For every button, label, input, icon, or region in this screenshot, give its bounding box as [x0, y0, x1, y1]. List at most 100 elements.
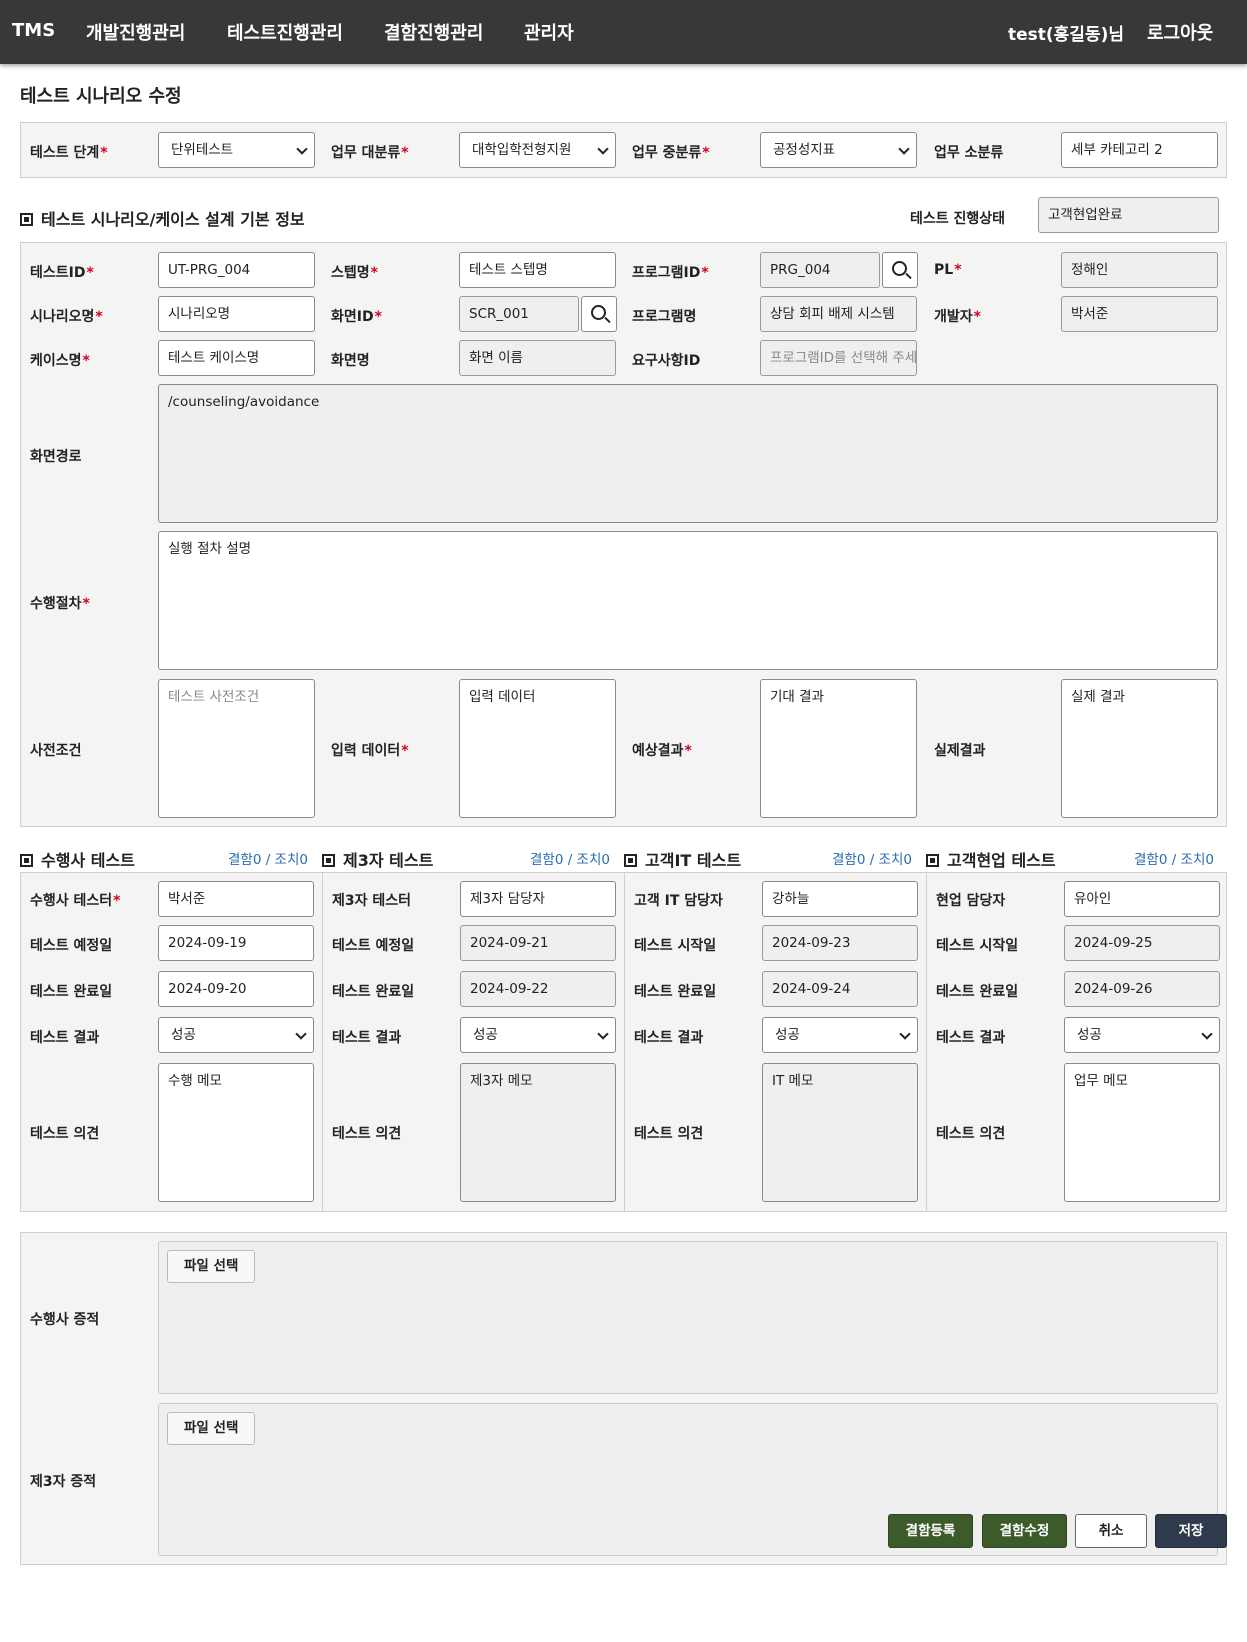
third-date1-label: 테스트 예정일 — [332, 938, 415, 954]
screen-path-label: 화면경로 — [30, 449, 82, 465]
biz-minor-label: 업무 소분류 — [934, 145, 1004, 161]
program-name-field: 상담 회피 배제 시스템 — [760, 296, 917, 332]
chevron-down-icon — [597, 143, 609, 155]
vendor-complete-date[interactable]: 2024-09-20 — [158, 971, 314, 1007]
expected-textarea[interactable]: 기대 결과 — [760, 679, 917, 818]
filter-panel: 테스트 단계* 단위테스트 업무 대분류* 대학입학전형지원 업무 중분류* 공… — [20, 122, 1227, 178]
vendor-defect-link[interactable]: 결함0 / 조치0 — [228, 848, 308, 868]
third-opinion-textarea[interactable]: 제3자 메모 — [460, 1063, 616, 1202]
biz-mid-select[interactable]: 공정성지표 — [760, 132, 917, 168]
cancel-button[interactable]: 취소 — [1075, 1514, 1147, 1548]
vendor-file-select-button[interactable]: 파일 선택 — [167, 1250, 256, 1283]
logout-link[interactable]: 로그아웃 — [1147, 19, 1213, 45]
biz-person-input[interactable]: 유아인 — [1064, 881, 1220, 917]
chevron-down-icon — [295, 1028, 307, 1040]
defect-register-button[interactable]: 결함등록 — [888, 1514, 973, 1548]
third-result-select[interactable]: 성공 — [460, 1017, 616, 1053]
third-complete-date: 2024-09-22 — [460, 971, 616, 1007]
nav-item-admin[interactable]: 관리자 — [524, 19, 574, 45]
third-tester-label: 제3자 테스터 — [332, 893, 412, 909]
biz-defect-link[interactable]: 결함0 / 조치0 — [1134, 848, 1214, 868]
section-square-icon — [20, 213, 33, 226]
screen-path-field: /counseling/avoidance — [158, 384, 1218, 523]
biz-person-label: 현업 담당자 — [936, 893, 1006, 909]
vendor-tester-input[interactable]: 박서준 — [158, 881, 314, 917]
scenario-label: 시나리오명* — [30, 309, 103, 325]
section-square-icon — [20, 854, 33, 867]
page-title: 테스트 시나리오 수정 — [20, 86, 182, 107]
section-square-icon — [926, 854, 939, 867]
biz-start-date: 2024-09-25 — [1064, 925, 1220, 961]
vendor-opinion-label: 테스트 의견 — [30, 1126, 100, 1142]
precondition-label: 사전조건 — [30, 743, 82, 759]
nav-item-test[interactable]: 테스트진행관리 — [227, 19, 343, 45]
chevron-down-icon — [898, 143, 910, 155]
req-id-label: 요구사항ID — [632, 353, 701, 369]
procedure-label: 수행절차* — [30, 596, 90, 612]
scenario-input[interactable]: 시나리오명 — [158, 296, 315, 332]
third-opinion-label: 테스트 의견 — [332, 1126, 402, 1142]
vendor-tester-label: 수행사 테스터* — [30, 893, 121, 909]
top-nav: TMS 개발진행관리 테스트진행관리 결함진행관리 관리자 test(홍길동)님… — [0, 0, 1247, 64]
it-result-label: 테스트 결과 — [634, 1030, 704, 1046]
test-stage-select[interactable]: 단위테스트 — [158, 132, 315, 168]
case-input[interactable]: 테스트 케이스명 — [158, 340, 315, 376]
input-data-textarea[interactable]: 입력 데이터 — [459, 679, 616, 818]
nav-item-dev[interactable]: 개발진행관리 — [86, 19, 185, 45]
nav-item-defect[interactable]: 결함진행관리 — [384, 19, 483, 45]
biz-opinion-textarea[interactable]: 업무 메모 — [1064, 1063, 1220, 1202]
user-name: test(홍길동)님 — [1008, 25, 1125, 45]
save-button[interactable]: 저장 — [1155, 1514, 1227, 1548]
procedure-textarea[interactable]: 실행 절차 설명 — [158, 531, 1218, 670]
it-person-input[interactable]: 강하늘 — [762, 881, 918, 917]
pl-field: 정해인 — [1061, 252, 1218, 288]
chevron-down-icon — [899, 1028, 911, 1040]
third-planned-date: 2024-09-21 — [460, 925, 616, 961]
biz-minor-input[interactable]: 세부 카테고리 2 — [1061, 132, 1218, 168]
precondition-textarea[interactable]: 테스트 사전조건 — [158, 679, 315, 818]
vendor-result-label: 테스트 결과 — [30, 1030, 100, 1046]
third-test-title: 제3자 테스트 — [322, 847, 433, 871]
it-result-select[interactable]: 성공 — [762, 1017, 918, 1053]
it-person-label: 고객 IT 담당자 — [634, 893, 723, 909]
program-search-button[interactable] — [882, 252, 918, 288]
third-date2-label: 테스트 완료일 — [332, 984, 415, 1000]
it-test-title: 고객IT 테스트 — [624, 847, 741, 871]
vendor-result-select[interactable]: 성공 — [158, 1017, 314, 1053]
test-id-input[interactable]: UT-PRG_004 — [158, 252, 315, 288]
biz-result-select[interactable]: 성공 — [1064, 1017, 1220, 1053]
biz-mid-label: 업무 중분류* — [632, 145, 710, 161]
status-field: 고객현업완료 — [1038, 197, 1219, 233]
basic-info-title: 테스트 시나리오/케이스 설계 기본 정보 — [20, 206, 305, 230]
program-id-field: PRG_004 — [760, 252, 880, 288]
third-result-label: 테스트 결과 — [332, 1030, 402, 1046]
vendor-test-title: 수행사 테스트 — [20, 847, 135, 871]
chevron-down-icon — [1201, 1028, 1213, 1040]
screen-search-button[interactable] — [581, 296, 617, 332]
it-opinion-textarea[interactable]: IT 메모 — [762, 1063, 918, 1202]
vendor-opinion-textarea[interactable]: 수행 메모 — [158, 1063, 314, 1202]
vendor-evidence-dropzone[interactable]: 파일 선택 — [158, 1241, 1218, 1394]
program-name-label: 프로그램명 — [632, 309, 697, 325]
status-label: 테스트 진행상태 — [910, 211, 1006, 227]
it-date1-label: 테스트 시작일 — [634, 938, 717, 954]
brand-logo[interactable]: TMS — [12, 20, 55, 41]
section-square-icon — [624, 854, 637, 867]
it-defect-link[interactable]: 결함0 / 조치0 — [832, 848, 912, 868]
pl-label: PL* — [934, 262, 962, 278]
basic-info-panel: 테스트ID* UT-PRG_004 스텝명* 테스트 스텝명 프로그램ID* P… — [20, 242, 1227, 827]
test-stage-label: 테스트 단계* — [30, 145, 108, 161]
screen-name-field: 화면 이름 — [459, 340, 616, 376]
third-defect-link[interactable]: 결함0 / 조치0 — [530, 848, 610, 868]
third-file-select-button[interactable]: 파일 선택 — [167, 1412, 256, 1445]
step-input[interactable]: 테스트 스텝명 — [459, 252, 616, 288]
biz-opinion-label: 테스트 의견 — [936, 1126, 1006, 1142]
defect-edit-button[interactable]: 결함수정 — [982, 1514, 1067, 1548]
it-date2-label: 테스트 완료일 — [634, 984, 717, 1000]
input-data-label: 입력 데이터* — [331, 743, 409, 759]
third-tester-input[interactable]: 제3자 담당자 — [460, 881, 616, 917]
actual-textarea[interactable]: 실제 결과 — [1061, 679, 1218, 818]
it-start-date: 2024-09-23 — [762, 925, 918, 961]
vendor-planned-date[interactable]: 2024-09-19 — [158, 925, 314, 961]
biz-major-select[interactable]: 대학입학전형지원 — [459, 132, 616, 168]
